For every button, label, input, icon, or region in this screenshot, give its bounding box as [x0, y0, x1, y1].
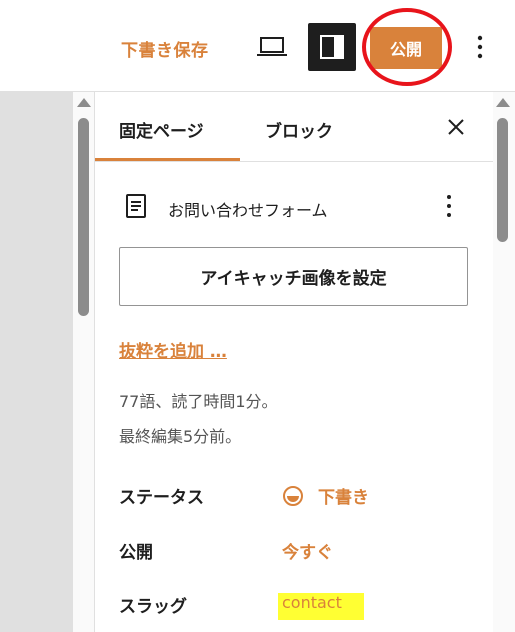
canvas-scrollbar-thumb[interactable] [78, 118, 89, 316]
scroll-up-arrow-icon[interactable] [496, 98, 510, 107]
publish-button[interactable]: 公開 [370, 27, 442, 69]
add-excerpt-link[interactable]: 抜粋を追加 … [119, 337, 227, 362]
status-value-button[interactable]: 下書き [282, 483, 369, 508]
sidebar-scrollbar-thumb[interactable] [497, 118, 508, 242]
last-edited-text: 最終編集5分前。 [119, 427, 242, 446]
vertical-ellipsis-icon [477, 35, 483, 59]
tab-block[interactable]: ブロック [265, 117, 333, 142]
vertical-ellipsis-icon [447, 195, 451, 217]
editor-canvas-gutter [0, 92, 73, 632]
publish-date-button[interactable]: 今すぐ [282, 538, 333, 563]
document-icon [126, 194, 146, 218]
save-draft-button[interactable]: 下書き保存 [121, 36, 209, 61]
tab-page[interactable]: 固定ページ [119, 117, 204, 142]
active-tab-indicator [95, 158, 240, 161]
sidebar-tabs: 固定ページ ブロック [95, 92, 493, 162]
editor-header: 下書き保存 公開 [0, 0, 515, 92]
draft-status-icon [283, 485, 303, 506]
laptop-icon [257, 37, 287, 56]
status-label: ステータス [119, 488, 204, 508]
slug-label: スラッグ [119, 597, 187, 617]
options-button[interactable] [470, 34, 490, 62]
preview-button[interactable] [255, 33, 289, 61]
post-summary: お問い合わせフォーム [95, 183, 493, 229]
post-actions-button[interactable] [442, 192, 456, 220]
scroll-up-arrow-icon[interactable] [77, 98, 91, 107]
status-value: 下書き [318, 488, 369, 508]
settings-toggle-button[interactable] [308, 23, 356, 71]
close-sidebar-button[interactable] [445, 116, 467, 138]
slug-value-button[interactable]: contact [278, 593, 364, 620]
post-title: お問い合わせフォーム [168, 201, 328, 220]
publish-date-label: 公開 [119, 543, 153, 563]
set-featured-image-button[interactable]: アイキャッチ画像を設定 [119, 247, 468, 306]
close-icon [448, 119, 464, 135]
sidebar-toggle-icon [320, 35, 344, 59]
word-count-text: 77語、読了時間1分。 [119, 392, 278, 411]
